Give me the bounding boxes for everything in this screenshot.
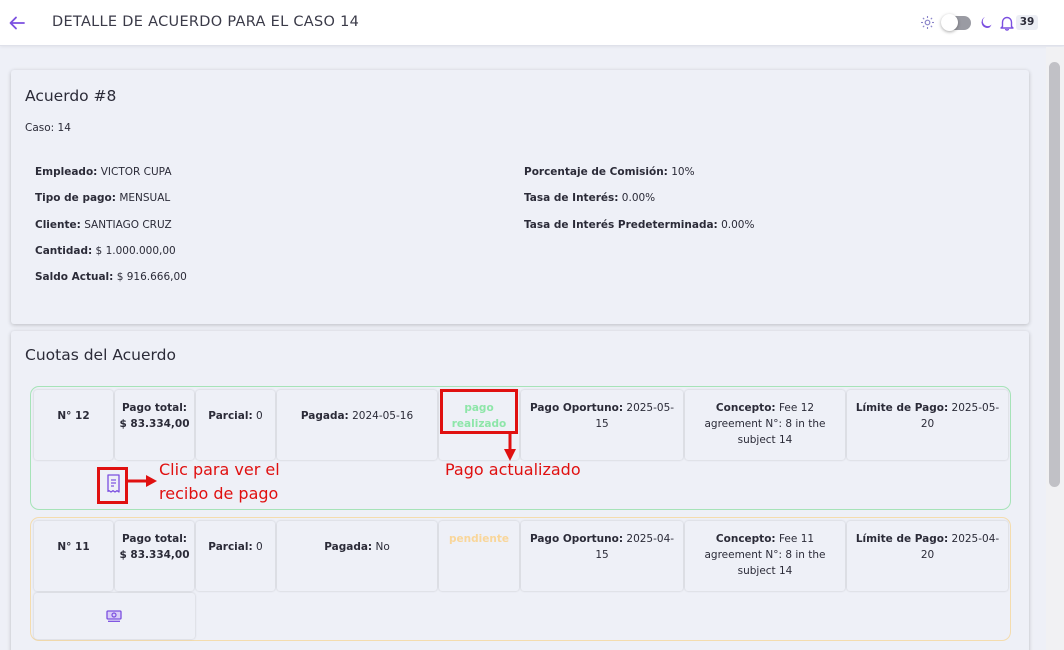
receipt-note: Clic para ver el recibo de pago	[159, 458, 280, 506]
receipt-note-line: Clic para ver el	[159, 460, 280, 479]
receipt-note-line: recibo de pago	[159, 484, 279, 503]
annotation-arrows	[128, 434, 516, 487]
status-note: Pago actualizado	[445, 460, 581, 479]
receipt-arrow-head	[146, 475, 157, 487]
